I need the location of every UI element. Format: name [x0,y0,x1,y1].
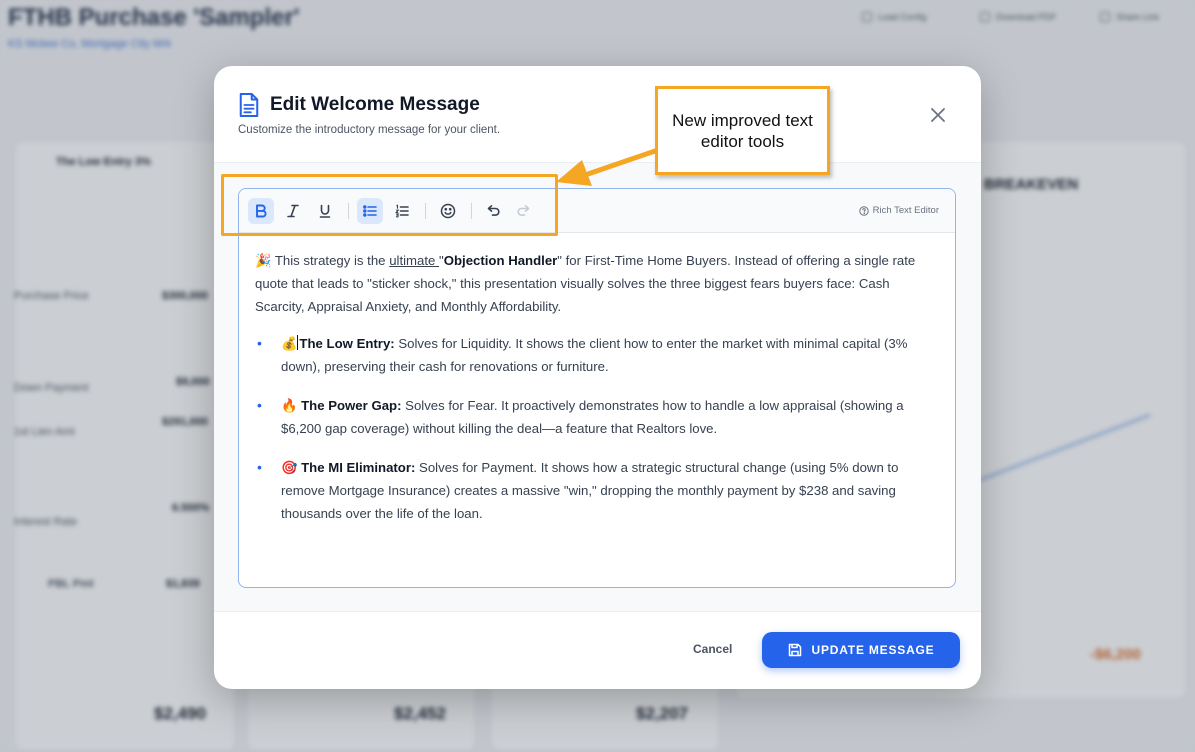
edit-welcome-dialog: Edit Welcome Message Customize the intro… [214,66,981,689]
rich-text-editor[interactable]: Rich Text Editor 🎉 This strategy is the … [238,188,956,588]
close-icon [931,108,945,122]
dialog-subtitle: Customize the introductory message for y… [238,124,501,136]
save-icon [788,643,801,657]
dialog-header: Edit Welcome Message Customize the intro… [214,66,981,162]
target-emoji: 🎯 [281,460,298,475]
rich-text-editor-label: Rich Text Editor [858,205,939,216]
party-emoji: 🎉 [255,253,272,268]
fire-emoji: 🔥 [281,398,298,413]
document-icon [239,92,259,118]
list-item: 💰The Low Entry: Solves for Liquidity. It… [255,332,935,378]
help-circle-icon [858,205,869,216]
dialog-title: Edit Welcome Message [270,94,480,115]
money-bag-emoji: 💰 [281,336,298,351]
bold-text: Objection Handler [443,253,558,268]
toolbar-highlight-box [221,174,558,236]
editor-content[interactable]: 🎉 This strategy is the ultimate "Objecti… [255,249,935,541]
strategy-list: 💰The Low Entry: Solves for Liquidity. It… [255,332,935,525]
cancel-button[interactable]: Cancel [693,642,732,656]
list-item: 🎯 The MI Eliminator: Solves for Payment.… [255,456,935,525]
close-button[interactable] [927,104,949,126]
intro-paragraph: 🎉 This strategy is the ultimate "Objecti… [255,253,916,314]
update-message-button[interactable]: UPDATE MESSAGE [762,632,960,668]
underlined-text: ultimate [389,253,440,268]
list-item: 🔥 The Power Gap: Solves for Fear. It pro… [255,394,935,440]
dialog-footer: Cancel UPDATE MESSAGE [214,612,981,689]
annotation-callout: New improved text editor tools [655,86,830,175]
